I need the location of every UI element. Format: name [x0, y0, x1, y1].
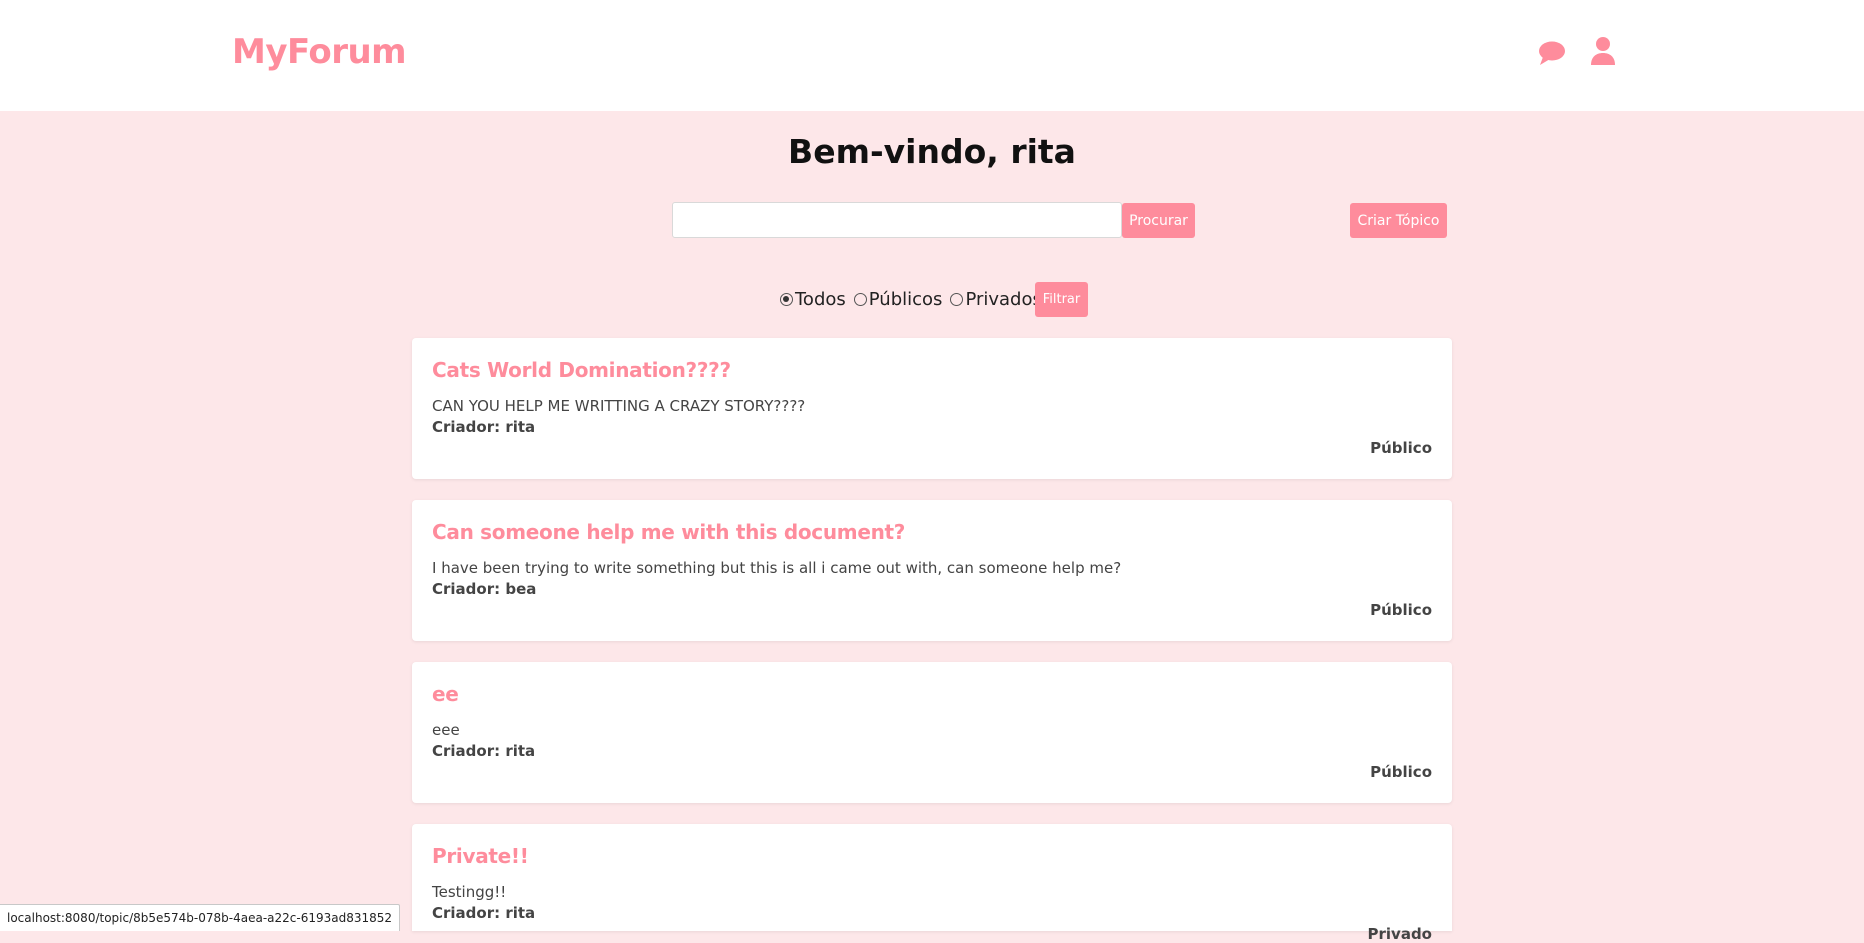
search-button[interactable]: Procurar — [1122, 203, 1195, 238]
topic-creator: Criador: rita — [432, 742, 536, 760]
welcome-heading: Bem-vindo, rita — [0, 132, 1864, 171]
topic-visibility: Privado — [1367, 925, 1432, 943]
topic-body: I have been trying to write something bu… — [432, 559, 1122, 577]
topic-visibility: Público — [1370, 439, 1432, 457]
filter-label-publicos: Públicos — [868, 288, 943, 310]
welcome-prefix: Bem-vindo, — [788, 132, 1011, 171]
topic-creator: Criador: bea — [432, 580, 537, 598]
filter-radio-todos[interactable] — [780, 292, 793, 306]
topic-visibility: Público — [1370, 601, 1432, 619]
top-navbar: MyForum — [0, 0, 1864, 111]
brand-logo[interactable]: MyForum — [232, 32, 407, 72]
topic-creator: Criador: rita — [432, 904, 536, 922]
create-topic-button[interactable]: Criar Tópico — [1350, 203, 1447, 238]
topic-body: eee — [432, 721, 460, 739]
topic-title[interactable]: Cats World Domination???? — [432, 358, 731, 382]
filter-label-privados: Privados — [965, 288, 1042, 310]
status-bar-url: localhost:8080/topic/8b5e574b-078b-4aea-… — [0, 904, 401, 931]
filter-radio-privados[interactable] — [950, 292, 964, 306]
filter-label-todos: Todos — [795, 288, 846, 310]
topic-visibility: Público — [1370, 763, 1432, 781]
topic-card[interactable]: Cats World Domination???? CAN YOU HELP M… — [412, 338, 1452, 479]
topic-title[interactable]: ee — [432, 682, 459, 706]
visibility-filter: Todos Públicos Privados — [780, 287, 1050, 311]
filter-button[interactable]: Filtrar — [1035, 282, 1088, 317]
user-icon[interactable] — [1590, 36, 1620, 66]
chat-icon[interactable] — [1537, 38, 1567, 68]
topic-card[interactable]: Can someone help me with this document? … — [412, 500, 1452, 641]
welcome-username: rita — [1010, 132, 1076, 171]
topic-card[interactable]: ee eee Criador: rita Público — [412, 662, 1452, 803]
search-input[interactable] — [672, 202, 1122, 238]
topic-title[interactable]: Private!! — [432, 844, 529, 868]
filter-radio-publicos[interactable] — [853, 292, 867, 306]
topic-creator: Criador: rita — [432, 418, 536, 436]
topic-body: Testingg!! — [432, 883, 507, 901]
topic-body: CAN YOU HELP ME WRITTING A CRAZY STORY??… — [432, 397, 806, 415]
topic-title[interactable]: Can someone help me with this document? — [432, 520, 905, 544]
topic-card[interactable]: Private!! Testingg!! Criador: rita Priva… — [412, 824, 1452, 943]
